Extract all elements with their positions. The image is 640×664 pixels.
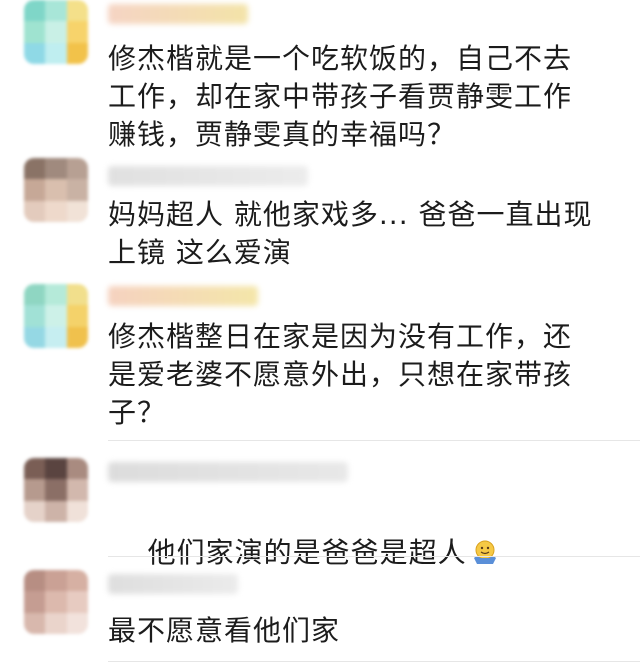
avatar-pixel — [45, 200, 67, 222]
avatar-pixel — [45, 591, 67, 613]
avatar-pixel — [45, 500, 67, 522]
avatar-pixel — [24, 179, 46, 201]
comment-text: 修杰楷整日在家是因为没有工作，还 是爱老婆不愿意外出，只想在家带孩 子？ — [108, 320, 573, 429]
divider — [108, 661, 640, 662]
avatar-pixel — [24, 612, 46, 634]
comment-text-content: 他们家演的是爸爸是超人 — [147, 536, 467, 569]
comment-text: 最不愿意看他们家 — [108, 614, 341, 647]
avatar-pixel — [45, 326, 67, 348]
avatar-pixel — [45, 305, 67, 327]
avatar-pixel — [24, 500, 46, 522]
avatar-pixel — [66, 158, 88, 180]
avatar[interactable] — [24, 570, 88, 634]
avatar-pixel — [66, 500, 88, 522]
avatar-pixel — [66, 479, 88, 501]
avatar-pixel — [66, 200, 88, 222]
comment-text: 妈妈超人 就他家戏多... 爸爸一直出现 上镜 这么爱演 — [108, 198, 593, 269]
avatar-pixel — [24, 479, 46, 501]
avatar-pixel — [45, 42, 67, 64]
comment-text: 修杰楷就是一个吃软饭的，自己不去 工作，却在家中带孩子看贾静雯工作 赚钱，贾静雯… — [108, 42, 573, 151]
avatar-pixel — [45, 458, 67, 480]
divider — [108, 440, 640, 441]
username-blurred[interactable] — [108, 4, 248, 24]
avatar-pixel — [45, 284, 67, 306]
avatar-pixel — [24, 326, 46, 348]
avatar-pixel — [66, 326, 88, 348]
avatar-pixel — [24, 591, 46, 613]
avatar[interactable] — [24, 458, 88, 522]
avatar-pixel — [24, 158, 46, 180]
username-blurred[interactable] — [108, 462, 348, 482]
avatar-pixel — [24, 458, 46, 480]
avatar[interactable] — [24, 0, 88, 64]
username-blurred[interactable] — [108, 286, 258, 306]
avatar-pixel — [24, 200, 46, 222]
avatar-pixel — [24, 305, 46, 327]
avatar-pixel — [66, 0, 88, 22]
avatar-pixel — [66, 21, 88, 43]
avatar-pixel — [45, 0, 67, 22]
avatar-pixel — [66, 591, 88, 613]
avatar-pixel — [66, 612, 88, 634]
avatar-pixel — [24, 42, 46, 64]
avatar-pixel — [45, 179, 67, 201]
avatar-pixel — [45, 21, 67, 43]
avatar-pixel — [45, 570, 67, 592]
avatar[interactable] — [24, 284, 88, 348]
divider — [108, 556, 640, 557]
avatar-pixel — [45, 612, 67, 634]
avatar-pixel — [24, 284, 46, 306]
avatar-pixel — [66, 305, 88, 327]
avatar-pixel — [66, 458, 88, 480]
username-blurred[interactable] — [108, 574, 238, 594]
avatar-pixel — [66, 570, 88, 592]
avatar[interactable] — [24, 158, 88, 222]
avatar-pixel — [45, 479, 67, 501]
shrug-emoji-icon — [473, 540, 496, 564]
avatar-pixel — [66, 42, 88, 64]
avatar-pixel — [66, 284, 88, 306]
avatar-pixel — [24, 21, 46, 43]
avatar-pixel — [66, 179, 88, 201]
username-blurred[interactable] — [108, 166, 308, 186]
avatar-pixel — [24, 0, 46, 22]
avatar-pixel — [45, 158, 67, 180]
avatar-pixel — [24, 570, 46, 592]
